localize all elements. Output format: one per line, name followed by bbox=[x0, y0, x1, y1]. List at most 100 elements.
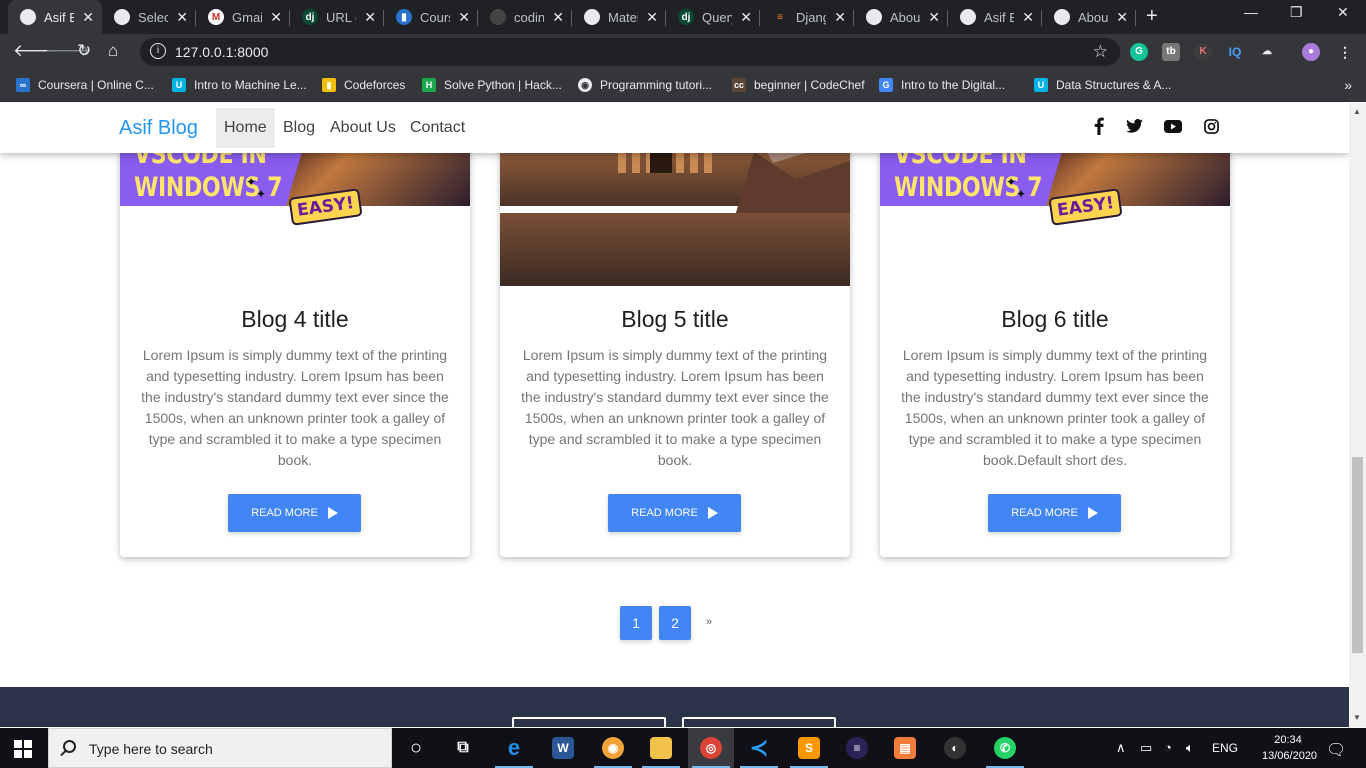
youtube-icon[interactable] bbox=[1164, 117, 1182, 135]
language-indicator[interactable]: ENG bbox=[1212, 741, 1238, 755]
taskbar-app[interactable]: ◉ bbox=[590, 728, 636, 768]
battery-icon[interactable]: ▭ bbox=[1140, 740, 1152, 756]
page-button-1[interactable]: 1 bbox=[620, 606, 652, 640]
tab-close-icon[interactable]: ✕ bbox=[458, 9, 470, 26]
extension-icon[interactable]: tb bbox=[1162, 43, 1180, 61]
home-icon[interactable]: ⌂ bbox=[108, 41, 118, 61]
instagram-icon[interactable] bbox=[1202, 117, 1220, 135]
browser-tab[interactable]: Asif Blog ✕ bbox=[8, 0, 102, 34]
scroll-up-arrow[interactable]: ▲ bbox=[1353, 107, 1361, 116]
browser-tab[interactable]: About ✕ bbox=[1042, 0, 1136, 34]
extension-cloud-icon[interactable]: ☁ bbox=[1258, 43, 1276, 61]
scroll-down-arrow[interactable]: ▼ bbox=[1353, 713, 1361, 722]
tab-close-icon[interactable]: ✕ bbox=[646, 9, 658, 26]
tray-overflow-icon[interactable]: ∧ bbox=[1116, 740, 1126, 756]
page-button-2[interactable]: 2 bbox=[659, 606, 691, 640]
nav-link-about-us[interactable]: About Us bbox=[322, 108, 404, 148]
tab-close-icon[interactable]: ✕ bbox=[928, 9, 940, 26]
address-url[interactable]: 127.0.0.1:8000 bbox=[175, 44, 268, 60]
tab-close-icon[interactable]: ✕ bbox=[552, 9, 564, 26]
browser-tab[interactable]: Material ✕ bbox=[572, 0, 666, 34]
profile-avatar[interactable]: ● bbox=[1302, 43, 1320, 61]
bookmark-item[interactable]: U Intro to Machine Le... bbox=[172, 78, 307, 92]
site-brand[interactable]: Asif Blog bbox=[119, 117, 198, 140]
read-more-button[interactable]: READ MORE bbox=[228, 494, 361, 532]
reload-icon[interactable]: ↻ bbox=[77, 41, 91, 61]
browser-tab-strip: Asif Blog ✕ Select ✕ M Gmail ✕ dj URL dispatcher… bbox=[0, 0, 1366, 34]
tab-close-icon[interactable]: ✕ bbox=[740, 9, 752, 26]
card-title[interactable]: Blog 6 title bbox=[880, 306, 1230, 333]
browser-tab[interactable]: Select ✕ bbox=[102, 0, 196, 34]
new-tab-button[interactable]: + bbox=[1146, 5, 1158, 28]
footer-button[interactable] bbox=[512, 717, 666, 727]
extension-iq-icon[interactable]: IQ bbox=[1226, 43, 1244, 61]
restore-button[interactable]: ❐ bbox=[1290, 4, 1303, 21]
page-next-button[interactable]: » bbox=[706, 616, 712, 628]
tab-close-icon[interactable]: ✕ bbox=[1116, 9, 1128, 26]
grammarly-extension-icon[interactable]: G bbox=[1130, 43, 1148, 61]
browser-tab[interactable]: ▮ Course ✕ bbox=[384, 0, 478, 34]
browser-tab[interactable]: M Gmail ✕ bbox=[196, 0, 290, 34]
start-button[interactable] bbox=[14, 740, 32, 758]
tab-close-icon[interactable]: ✕ bbox=[176, 9, 188, 26]
taskbar-app[interactable]: ◎ bbox=[688, 728, 734, 768]
card-title[interactable]: Blog 4 title bbox=[120, 306, 470, 333]
taskbar-app[interactable]: ○ bbox=[393, 728, 439, 768]
facebook-icon[interactable] bbox=[1090, 117, 1108, 135]
app-icon: ▤ bbox=[894, 737, 916, 759]
tab-close-icon[interactable]: ✕ bbox=[834, 9, 846, 26]
taskbar-app[interactable]: W bbox=[540, 728, 586, 768]
taskbar-app[interactable]: ≺ bbox=[736, 728, 782, 768]
tab-close-icon[interactable]: ✕ bbox=[270, 9, 282, 26]
taskbar-search-box[interactable]: Type here to search bbox=[48, 728, 392, 768]
browser-tab[interactable]: dj Query ✕ bbox=[666, 0, 760, 34]
taskbar-app[interactable]: ◐ bbox=[932, 728, 978, 768]
bookmark-item[interactable]: ◉ Programming tutori... bbox=[578, 78, 712, 92]
browser-tab[interactable]: ≡ Django ✕ bbox=[760, 0, 854, 34]
close-window-button[interactable]: ✕ bbox=[1337, 4, 1349, 21]
extension-k-icon[interactable]: K bbox=[1194, 43, 1212, 61]
bookmark-item[interactable]: H Solve Python | Hack... bbox=[422, 78, 562, 92]
taskbar-app[interactable]: S bbox=[786, 728, 832, 768]
taskbar-search-placeholder[interactable]: Type here to search bbox=[89, 741, 213, 757]
bookmark-item[interactable]: cc beginner | CodeChef bbox=[732, 78, 865, 92]
bookmark-item[interactable]: ∞ Coursera | Online C... bbox=[16, 78, 154, 92]
read-more-button[interactable]: READ MORE bbox=[608, 494, 741, 532]
page-scrollbar[interactable]: ▲ ▼ bbox=[1349, 103, 1366, 727]
taskbar-app[interactable] bbox=[638, 728, 684, 768]
bookmarks-overflow-button[interactable]: » bbox=[1344, 77, 1352, 93]
volume-icon[interactable]: 🔈︎ bbox=[1186, 740, 1194, 756]
dj-favicon-icon: dj bbox=[678, 9, 694, 25]
card-title[interactable]: Blog 5 title bbox=[500, 306, 850, 333]
taskbar-app[interactable]: ▤ bbox=[882, 728, 928, 768]
nav-link-blog[interactable]: Blog bbox=[275, 108, 323, 148]
bookmark-star-icon[interactable]: ☆ bbox=[1093, 42, 1108, 62]
address-bar[interactable]: i 127.0.0.1:8000 ☆ bbox=[140, 38, 1120, 66]
taskbar-app[interactable]: ✆ bbox=[982, 728, 1028, 768]
scrollbar-thumb[interactable] bbox=[1352, 457, 1363, 653]
taskbar-app[interactable]: ⧉ bbox=[440, 728, 486, 768]
clock[interactable]: 20:34 13/06/2020 bbox=[1262, 732, 1317, 764]
tab-close-icon[interactable]: ✕ bbox=[364, 9, 376, 26]
browser-tab[interactable]: coding ✕ bbox=[478, 0, 572, 34]
bookmark-item[interactable]: U Data Structures & A... bbox=[1034, 78, 1171, 92]
notification-icon[interactable]: 🗨︎ bbox=[1326, 740, 1346, 760]
nav-link-contact[interactable]: Contact bbox=[402, 108, 473, 148]
wifi-icon[interactable]: ◔ bbox=[1164, 740, 1172, 755]
read-more-button[interactable]: READ MORE bbox=[988, 494, 1121, 532]
taskbar-app[interactable]: ≡ bbox=[834, 728, 880, 768]
taskbar-app[interactable]: e bbox=[491, 728, 537, 768]
nav-link-home[interactable]: Home bbox=[216, 108, 275, 148]
browser-tab[interactable]: dj URL dispatcher ✕ bbox=[290, 0, 384, 34]
twitter-icon[interactable] bbox=[1125, 117, 1143, 135]
bookmark-item[interactable]: G Intro to the Digital... bbox=[879, 78, 1005, 92]
browser-tab[interactable]: Asif Blog ✕ bbox=[948, 0, 1042, 34]
menu-icon[interactable]: ⋮ bbox=[1336, 43, 1354, 61]
browser-tab[interactable]: About ✕ bbox=[854, 0, 948, 34]
footer-button[interactable] bbox=[682, 717, 836, 727]
tab-close-icon[interactable]: ✕ bbox=[1022, 9, 1034, 26]
site-info-icon[interactable]: i bbox=[150, 43, 166, 59]
bookmark-item[interactable]: ▮ Codeforces bbox=[322, 78, 405, 92]
tab-close-icon[interactable]: ✕ bbox=[82, 9, 94, 26]
minimize-button[interactable]: — bbox=[1244, 4, 1258, 20]
